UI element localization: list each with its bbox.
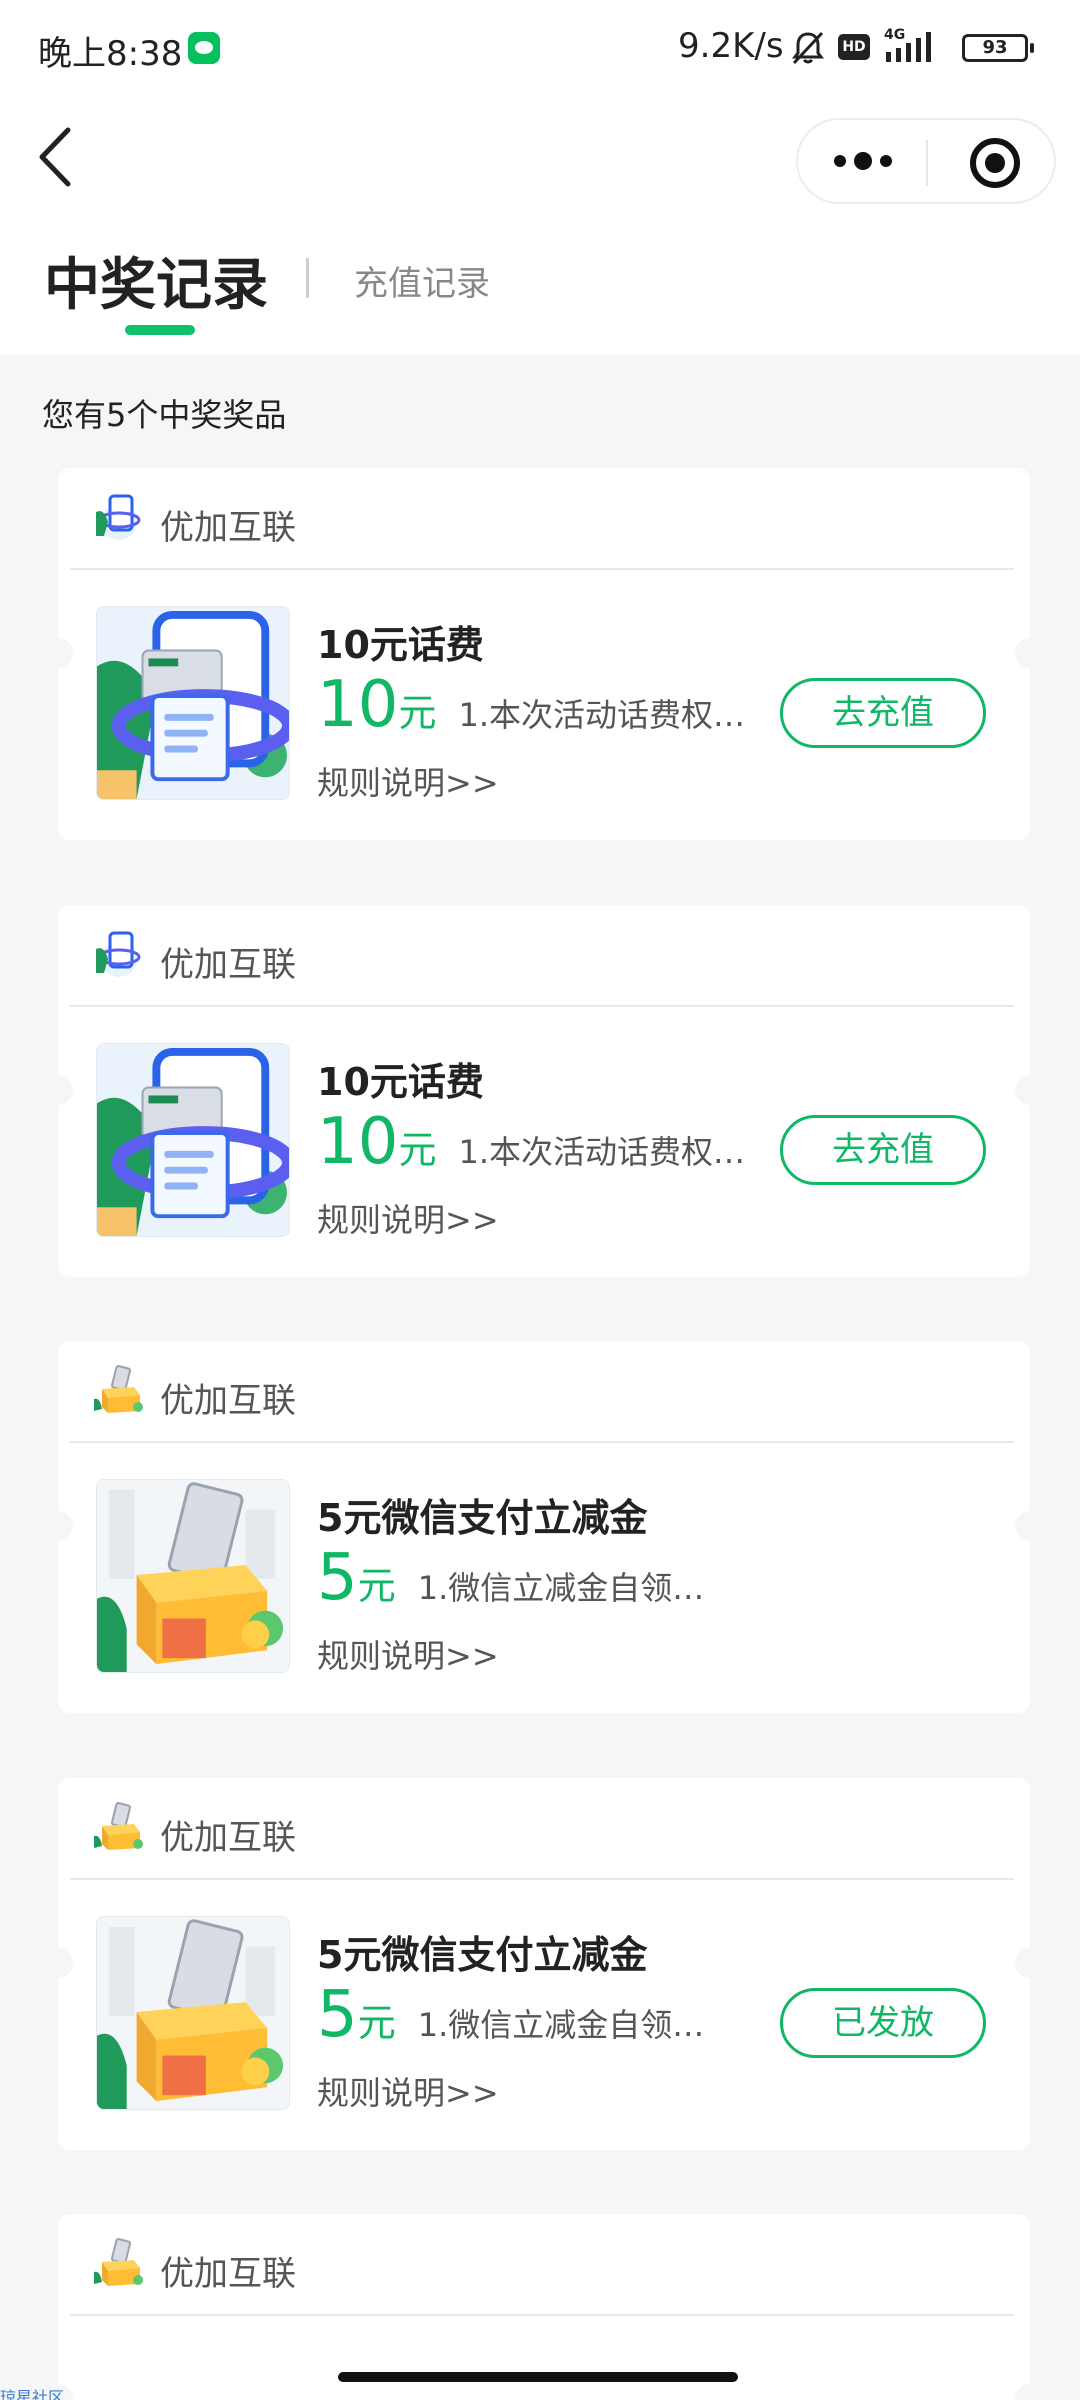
vendor-name: 优加互联 bbox=[160, 945, 296, 985]
prize-amount: 10元 1.本次活动话费权… bbox=[317, 668, 745, 742]
rules-link[interactable]: 规则说明>> bbox=[317, 1631, 499, 1677]
issued-button[interactable]: 已发放 bbox=[780, 1988, 986, 2058]
vendor-logo-icon bbox=[94, 492, 144, 542]
watermark: 琼星社区 bbox=[0, 2388, 65, 2400]
chevron-left-icon[interactable] bbox=[30, 122, 80, 192]
amount-value: 10 bbox=[317, 668, 399, 742]
card-divider bbox=[70, 1005, 1014, 1007]
prize-count-summary: 您有5个中奖奖品 bbox=[42, 396, 287, 434]
vendor-name: 优加互联 bbox=[160, 1818, 296, 1858]
bell-muted-icon bbox=[792, 31, 824, 65]
prize-thumbnail bbox=[96, 1043, 290, 1237]
capsule-divider bbox=[926, 140, 928, 186]
card-divider bbox=[70, 568, 1014, 570]
tab-recharge-records[interactable]: 充值记录 bbox=[354, 256, 490, 305]
prize-card: 优加互联 10元话费 10元 1.本次活动话费权… 规则说明>> 去充值 bbox=[43, 468, 1045, 840]
tab-winning-records[interactable]: 中奖记录 bbox=[44, 240, 268, 321]
prize-title: 10元话费 bbox=[317, 623, 484, 667]
prize-thumbnail bbox=[96, 606, 290, 800]
signal-icon: 4G bbox=[884, 27, 931, 62]
card-divider bbox=[70, 2314, 1014, 2316]
home-indicator[interactable] bbox=[338, 2372, 738, 2382]
vendor-name: 优加互联 bbox=[160, 508, 296, 548]
amount-value: 5 bbox=[317, 1541, 358, 1615]
prize-description: 1.微信立减金自领… bbox=[417, 2006, 705, 2044]
prize-title: 5元微信支付立减金 bbox=[317, 1933, 648, 1977]
status-bar: 晚上8:38 9.2K/s HD 4G 93 bbox=[0, 0, 1080, 96]
card-divider bbox=[70, 1878, 1014, 1880]
amount-unit: 元 bbox=[398, 691, 437, 735]
amount-value: 10 bbox=[317, 1105, 399, 1179]
prize-description: 1.微信立减金自领… bbox=[417, 1569, 705, 1607]
target-close-icon[interactable] bbox=[970, 138, 1020, 188]
more-dots-icon[interactable] bbox=[828, 141, 898, 181]
prize-description: 1.本次活动话费权… bbox=[458, 1133, 745, 1171]
prize-title: 5元微信支付立减金 bbox=[317, 1496, 648, 1540]
vendor-name: 优加互联 bbox=[160, 1381, 296, 1421]
hd-badge: HD bbox=[838, 34, 870, 60]
amount-unit: 元 bbox=[357, 1564, 396, 1608]
recharge-button[interactable]: 去充值 bbox=[780, 1115, 986, 1185]
mini-program-capsule bbox=[796, 118, 1056, 204]
rules-link[interactable]: 规则说明>> bbox=[317, 758, 499, 804]
amount-unit: 元 bbox=[398, 1128, 437, 1172]
prize-amount: 10元 1.本次活动话费权… bbox=[317, 1105, 745, 1179]
network-speed: 9.2K/s bbox=[678, 26, 784, 66]
prize-card: 优加互联 5元微信支付立减金 5元 1.微信立减金自领… 规则说明>> 已发放 bbox=[43, 1778, 1045, 2150]
prize-thumbnail bbox=[96, 1479, 290, 1673]
battery-indicator: 93 bbox=[962, 34, 1034, 62]
card-divider bbox=[70, 1441, 1014, 1443]
vendor-logo-icon bbox=[94, 1802, 144, 1852]
tab-separator bbox=[306, 258, 309, 298]
vendor-logo-icon bbox=[94, 2238, 144, 2288]
prize-card: 优加互联 10元话费 10元 1.本次活动话费权… 规则说明>> 去充值 bbox=[43, 905, 1045, 1277]
prize-thumbnail bbox=[96, 1916, 290, 2110]
wechat-notification-icon bbox=[188, 32, 220, 64]
tab-active-indicator bbox=[125, 325, 195, 335]
network-type: 4G bbox=[884, 27, 905, 43]
amount-value: 5 bbox=[317, 1978, 358, 2052]
vendor-name: 优加互联 bbox=[160, 2254, 296, 2294]
prize-amount: 5元 1.微信立减金自领… bbox=[317, 1978, 704, 2052]
prize-description: 1.本次活动话费权… bbox=[458, 696, 745, 734]
prize-title: 10元话费 bbox=[317, 1060, 484, 1104]
amount-unit: 元 bbox=[357, 2001, 396, 2045]
rules-link[interactable]: 规则说明>> bbox=[317, 1195, 499, 1241]
status-time: 晚上8:38 bbox=[38, 34, 183, 74]
vendor-logo-icon bbox=[94, 929, 144, 979]
vendor-logo-icon bbox=[94, 1365, 144, 1415]
prize-card: 优加互联 5元微信支付立减金 5元 1.微信立减金自领… 规则说明>> bbox=[43, 1341, 1045, 1713]
recharge-button[interactable]: 去充值 bbox=[780, 678, 986, 748]
prize-amount: 5元 1.微信立减金自领… bbox=[317, 1541, 704, 1615]
rules-link[interactable]: 规则说明>> bbox=[317, 2068, 499, 2114]
